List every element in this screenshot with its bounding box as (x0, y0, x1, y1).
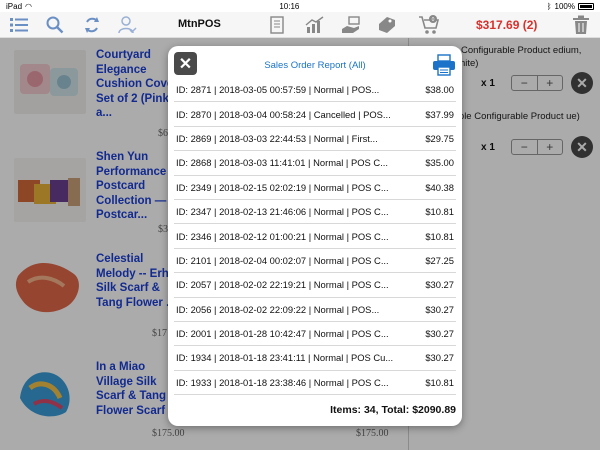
receipt-icon[interactable] (266, 14, 288, 36)
report-row[interactable]: ID: 1933 | 2018-01-18 23:38:46 | Normal … (174, 371, 456, 396)
report-row[interactable]: ID: 2001 | 2018-01-28 10:42:47 | Normal … (174, 322, 456, 347)
report-row-text: ID: 2349 | 2018-02-15 02:02:19 | Normal … (176, 181, 389, 193)
report-row-amount: $38.00 (425, 84, 454, 96)
report-row-amount: $10.81 (425, 376, 454, 388)
report-row-amount: $10.81 (425, 230, 454, 242)
chart-icon[interactable] (304, 14, 326, 36)
report-row-text: ID: 2347 | 2018-02-13 21:46:06 | Normal … (176, 206, 389, 218)
report-row-amount: $40.38 (425, 181, 454, 193)
report-summary: Items: 34, Total: $2090.89 (330, 404, 456, 416)
app-bar: MtnPOS 0 $317.69 (2) (0, 12, 600, 38)
status-time: 10:16 (279, 1, 300, 11)
report-row[interactable]: ID: 2346 | 2018-02-12 01:00:21 | Normal … (174, 224, 456, 249)
report-row[interactable]: ID: 2347 | 2018-02-13 21:46:06 | Normal … (174, 200, 456, 225)
sync-icon[interactable] (81, 14, 103, 36)
report-row-amount: $10.81 (425, 206, 454, 218)
report-row-amount: $30.27 (425, 303, 454, 315)
report-list: ID: 2871 | 2018-03-05 00:57:59 | Normal … (174, 78, 456, 396)
report-row[interactable]: ID: 2868 | 2018-03-03 11:41:01 | Normal … (174, 151, 456, 176)
trash-icon[interactable] (570, 14, 592, 36)
wifi-icon: ◠ (25, 1, 32, 11)
report-row-text: ID: 2057 | 2018-02-02 22:19:21 | Normal … (176, 279, 389, 291)
coupon-icon[interactable] (376, 14, 398, 36)
cart-total[interactable]: $317.69 (2) (476, 18, 537, 32)
report-row-text: ID: 2101 | 2018-02-04 00:02:07 | Normal … (176, 254, 389, 266)
report-row-amount: $35.00 (425, 157, 454, 169)
cash-hand-icon[interactable] (340, 14, 362, 36)
report-row[interactable]: ID: 1934 | 2018-01-18 23:41:11 | Normal … (174, 346, 456, 371)
report-row-text: ID: 2001 | 2018-01-28 10:42:47 | Normal … (176, 328, 389, 340)
report-row-text: ID: 2868 | 2018-03-03 11:41:01 | Normal … (176, 157, 388, 169)
report-row[interactable]: ID: 2056 | 2018-02-02 22:09:22 | Normal … (174, 298, 456, 322)
report-row[interactable]: ID: 2869 | 2018-03-03 22:44:53 | Normal … (174, 127, 456, 152)
report-row-amount: $30.27 (425, 352, 454, 364)
user-check-icon[interactable] (117, 14, 139, 36)
report-row-text: ID: 2870 | 2018-03-04 00:58:24 | Cancell… (176, 108, 391, 120)
report-row-amount: $29.75 (425, 132, 454, 144)
report-row-amount: $30.27 (425, 328, 454, 340)
search-icon[interactable] (44, 14, 66, 36)
report-row-text: ID: 2871 | 2018-03-05 00:57:59 | Normal … (176, 84, 380, 96)
battery-icon (578, 2, 594, 10)
print-button[interactable] (432, 54, 456, 76)
report-row-text: ID: 1934 | 2018-01-18 23:41:11 | Normal … (176, 352, 394, 364)
report-row-text: ID: 1933 | 2018-01-18 23:38:46 | Normal … (176, 376, 389, 388)
battery-percent: 100% (554, 1, 575, 11)
report-row-amount: $30.27 (425, 279, 454, 291)
report-row-text: ID: 2056 | 2018-02-02 22:09:22 | Normal … (176, 303, 380, 315)
device-label: iPad (6, 1, 23, 11)
sales-order-report-modal: ✕ Sales Order Report (All) ID: 2871 | 20… (168, 46, 462, 426)
report-row[interactable]: ID: 2870 | 2018-03-04 00:58:24 | Cancell… (174, 102, 456, 127)
report-row-text: ID: 2346 | 2018-02-12 01:00:21 | Normal … (176, 230, 389, 242)
cart-icon[interactable]: 0 (418, 14, 440, 36)
report-row[interactable]: ID: 2101 | 2018-02-04 00:02:07 | Normal … (174, 249, 456, 274)
printer-icon (433, 54, 455, 76)
bluetooth-icon: ᛒ (546, 1, 552, 11)
status-bar: iPad ◠ 10:16 ᛒ 100% (0, 0, 600, 12)
svg-text:0: 0 (432, 17, 435, 23)
report-row[interactable]: ID: 2057 | 2018-02-02 22:19:21 | Normal … (174, 273, 456, 298)
report-row-amount: $27.25 (425, 254, 454, 266)
modal-title: Sales Order Report (All) (264, 60, 366, 71)
report-row[interactable]: ID: 2349 | 2018-02-15 02:02:19 | Normal … (174, 176, 456, 200)
menu-icon[interactable] (8, 14, 30, 36)
report-row-amount: $37.99 (425, 108, 454, 120)
report-row-text: ID: 2869 | 2018-03-03 22:44:53 | Normal … (176, 132, 378, 144)
app-title: MtnPOS (178, 18, 221, 30)
report-row[interactable]: ID: 2871 | 2018-03-05 00:57:59 | Normal … (174, 78, 456, 103)
